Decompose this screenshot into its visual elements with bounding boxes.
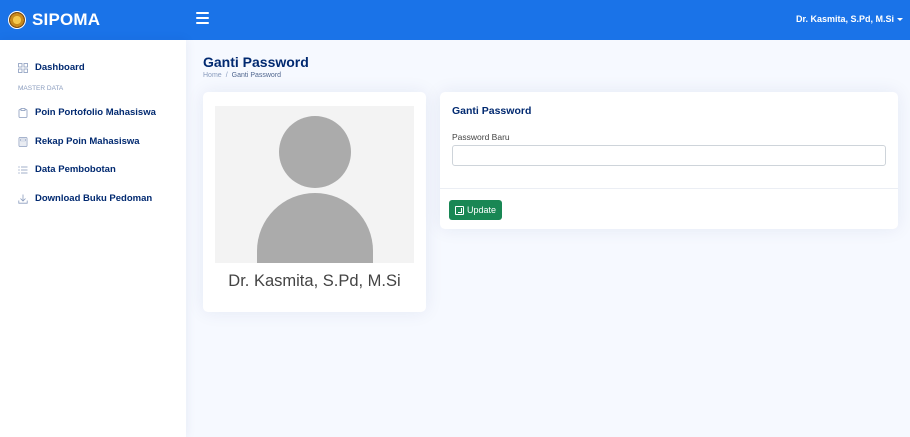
university-seal-icon <box>8 11 26 29</box>
sidebar-item-label: Rekap Poin Mahasiswa <box>35 136 140 147</box>
sidebar-item-data-pembobotan[interactable]: Data Pembobotan <box>18 164 116 175</box>
breadcrumb-separator: / <box>225 72 228 79</box>
update-button-label: Update <box>467 205 497 215</box>
card-title: Ganti Password <box>452 105 532 117</box>
sidebar-item-label: Download Buku Pedoman <box>35 193 153 204</box>
page-title: Ganti Password <box>203 54 309 70</box>
sidebar-item-label: Poin Portofolio Mahasiswa <box>35 107 156 118</box>
sidebar-item-dashboard[interactable]: Dashboard <box>18 62 85 73</box>
user-menu-dropdown[interactable]: Dr. Kasmita, S.Pd, M.Si <box>796 14 903 24</box>
brand-name: SIPOMA <box>32 10 101 29</box>
change-password-card: Ganti Password Password Baru Update <box>440 92 898 229</box>
user-name: Dr. Kasmita, S.Pd, M.Si <box>795 14 894 24</box>
brand-logo-link[interactable]: SIPOMA <box>8 7 100 33</box>
avatar-head-icon <box>279 116 351 188</box>
sidebar-item-download-buku[interactable]: Download Buku Pedoman <box>18 193 152 204</box>
update-button[interactable]: Update <box>449 200 503 220</box>
save-icon <box>455 205 464 215</box>
sidebar-toggle-button[interactable] <box>196 12 209 26</box>
breadcrumb-current: Ganti Password <box>231 72 282 79</box>
grid-icon <box>18 62 28 73</box>
sidebar-item-rekap-poin[interactable]: Rekap Poin Mahasiswa <box>18 136 140 147</box>
breadcrumb: Home / Ganti Password <box>203 72 281 79</box>
sidebar-item-label: Data Pembobotan <box>35 164 116 175</box>
avatar-body-icon <box>257 193 373 263</box>
chevron-down-icon <box>897 17 903 21</box>
breadcrumb-home-link[interactable]: Home <box>203 72 222 79</box>
new-password-input[interactable] <box>452 145 886 166</box>
download-icon <box>18 194 28 204</box>
clipboard-icon <box>18 107 28 118</box>
sidebar-heading: MASTER DATA <box>18 85 64 92</box>
profile-name: Dr. Kasmita, S.Pd, M.Si <box>228 272 401 290</box>
card-divider <box>440 188 898 189</box>
hamburger-icon-line <box>196 22 209 24</box>
avatar <box>215 106 414 263</box>
hamburger-icon-line <box>196 17 209 19</box>
top-header: SIPOMA Dr. Kasmita, S.Pd, M.Si <box>0 0 910 40</box>
sidebar-item-label: Dashboard <box>35 62 85 73</box>
hamburger-icon-line <box>196 12 209 14</box>
list-icon <box>18 165 28 175</box>
calculator-icon <box>18 136 28 147</box>
profile-card: Dr. Kasmita, S.Pd, M.Si <box>203 92 426 312</box>
password-label: Password Baru <box>452 132 510 142</box>
sidebar: Dashboard MASTER DATA Poin Portofolio Ma… <box>0 40 186 437</box>
sidebar-item-poin-portofolio[interactable]: Poin Portofolio Mahasiswa <box>18 107 156 118</box>
